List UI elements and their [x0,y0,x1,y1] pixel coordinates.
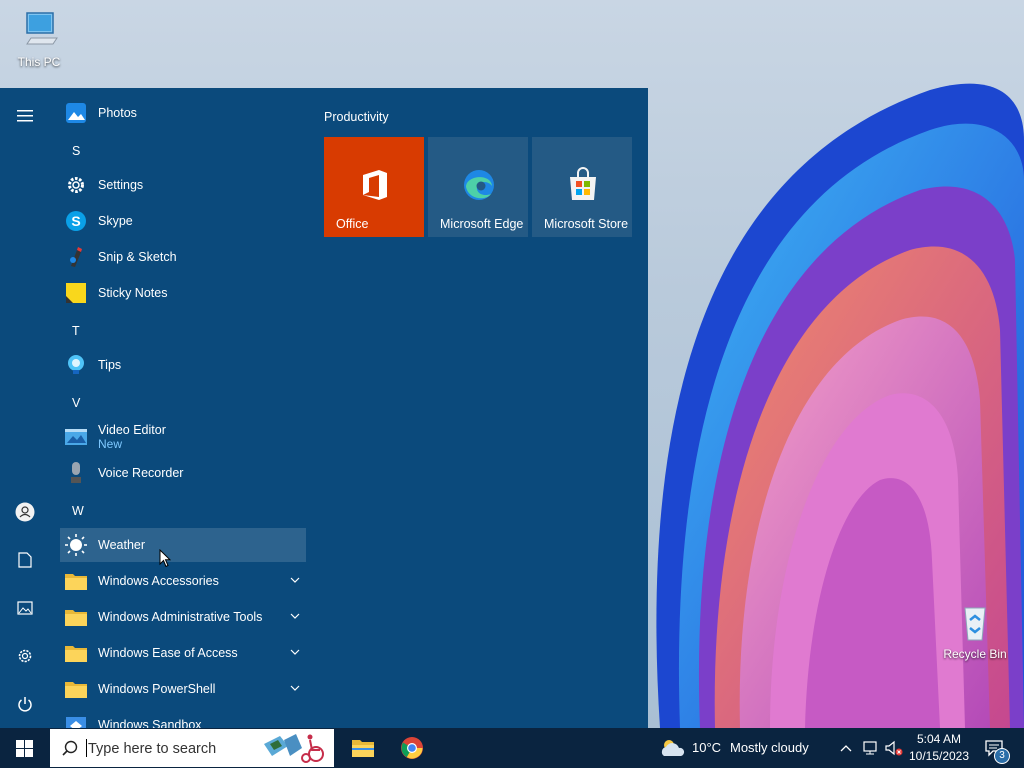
tile-microsoft-store[interactable]: Microsoft Store [532,137,632,237]
folder-icon [64,569,88,593]
start-button[interactable] [0,728,48,768]
photos-icon [64,101,88,125]
store-icon [570,167,596,200]
user-icon [15,502,35,522]
microphone-icon [64,461,88,485]
app-list: Photos S Settings S Skype Snip & Sketch … [58,88,308,728]
documents-button[interactable] [0,540,50,580]
chevron-down-icon[interactable] [290,647,300,657]
gear-icon [18,649,32,663]
notification-count-badge: 3 [994,748,1010,764]
chevron-down-icon[interactable] [290,575,300,585]
power-button[interactable] [0,684,50,724]
app-item-windows-administrative-tools[interactable]: Windows Administrative Tools [60,600,306,634]
recycle-bin-icon [964,607,986,641]
account-button[interactable] [0,492,50,532]
picture-icon [17,601,33,615]
taskbar-file-explorer[interactable] [340,728,386,768]
app-item-sticky-notes[interactable]: Sticky Notes [60,276,306,310]
app-item-windows-powershell[interactable]: Windows PowerShell [60,672,306,706]
letter-header-t[interactable]: T [72,324,80,338]
app-item-windows-sandbox[interactable]: Windows Sandbox [60,708,306,728]
clock-time: 5:04 AM [916,732,962,746]
app-item-voice-recorder[interactable]: Voice Recorder [60,456,306,490]
network-icon[interactable] [862,739,880,757]
gear-icon [64,173,88,197]
new-badge: New [98,437,123,451]
action-center-button[interactable]: 3 [978,728,1018,768]
search-icon [62,740,78,756]
snip-sketch-icon [64,245,88,269]
folder-icon [352,740,374,757]
folder-icon [64,677,88,701]
app-item-photos[interactable]: Photos [60,96,306,130]
edge-icon [464,170,494,200]
letter-header-w[interactable]: W [72,504,84,518]
pictures-button[interactable] [0,588,50,628]
app-item-settings[interactable]: Settings [60,168,306,202]
weather-temperature: 10°C [692,740,722,755]
taskbar-chrome[interactable] [389,728,435,768]
app-item-snip-sketch[interactable]: Snip & Sketch [60,240,306,274]
sun-icon [64,533,88,557]
start-menu: Photos S Settings S Skype Snip & Sketch … [0,88,648,728]
cloudy-weather-icon [661,740,685,756]
hamburger-icon [17,110,33,122]
tiles-group-title: Productivity [324,110,389,124]
svg-text:S: S [71,213,80,229]
recycle-bin-desktop-icon[interactable]: Recycle Bin [940,602,1010,661]
clock-date: 10/15/2023 [908,749,970,763]
show-hidden-icons-chevron-icon[interactable] [839,741,853,755]
chevron-down-icon[interactable] [290,611,300,621]
this-pc-label: This PC [17,55,61,69]
folder-icon [64,641,88,665]
letter-header-s[interactable]: S [72,144,80,158]
sandbox-icon [64,713,88,728]
search-highlight-illustration-icon [264,734,324,763]
app-item-tips[interactable]: Tips [60,348,306,382]
this-pc-desktop-icon[interactable]: This PC [4,10,74,69]
recycle-bin-label: Recycle Bin [943,647,1007,661]
lightbulb-icon [64,353,88,377]
tile-microsoft-edge[interactable]: Microsoft Edge [428,137,528,237]
document-icon [18,552,32,568]
search-placeholder: Type here to search [88,741,217,757]
app-item-skype[interactable]: S Skype [60,204,306,238]
video-editor-icon [64,425,88,449]
power-icon [18,697,32,712]
app-item-windows-accessories[interactable]: Windows Accessories [60,564,306,598]
app-item-windows-ease-of-access[interactable]: Windows Ease of Access [60,636,306,670]
weather-widget[interactable]: 10°C Mostly cloudy [656,728,828,768]
app-item-weather[interactable]: Weather [60,528,306,562]
taskbar-search-box[interactable]: Type here to search [50,729,334,767]
sticky-notes-icon [64,281,88,305]
folder-icon [64,605,88,629]
volume-muted-icon[interactable] [884,739,904,757]
skype-icon: S [64,209,88,233]
letter-header-v[interactable]: V [72,396,80,410]
chevron-down-icon[interactable] [290,683,300,693]
chrome-icon [401,737,423,759]
office-icon [363,170,387,200]
app-item-video-editor[interactable]: Video Editor New [60,418,306,456]
mouse-cursor [159,549,171,568]
computer-icon [26,12,58,45]
tile-office[interactable]: Office [324,137,424,237]
windows-logo-icon [15,739,33,757]
text-caret [86,739,87,757]
settings-rail-button[interactable] [0,636,50,676]
clock[interactable]: 5:04 AM 10/15/2023 [906,728,972,768]
menu-toggle-button[interactable] [0,96,50,136]
start-rail [0,88,50,728]
weather-description: Mostly cloudy [730,740,809,755]
